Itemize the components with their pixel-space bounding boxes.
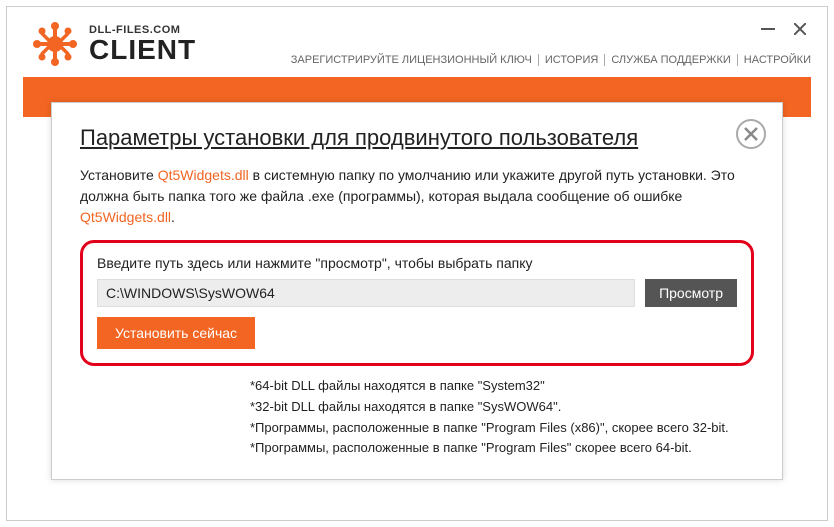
path-input[interactable] (97, 279, 635, 307)
header-right: ЗАРЕГИСТРИРУЙТЕ ЛИЦЕНЗИОННЫЙ КЛЮЧ ИСТОРИ… (285, 22, 811, 66)
logo-icon (31, 20, 79, 68)
note-64-programs: *Программы, расположенные в папке "Progr… (250, 438, 754, 459)
desc-text-1: Установите (80, 167, 158, 183)
dll-link-2[interactable]: Qt5Widgets.dll (80, 209, 171, 225)
install-modal: Параметры установки для продвинутого пол… (51, 102, 783, 480)
browse-button[interactable]: Просмотр (645, 279, 737, 307)
logo-title: CLIENT (89, 36, 196, 64)
path-section: Введите путь здесь или нажмите "просмотр… (80, 240, 754, 366)
close-icon (744, 127, 758, 141)
note-x86-programs: *Программы, расположенные в папке "Progr… (250, 418, 754, 439)
nav-history[interactable]: ИСТОРИЯ (539, 54, 605, 66)
nav-settings[interactable]: НАСТРОЙКИ (738, 54, 811, 66)
nav-register[interactable]: ЗАРЕГИСТРИРУЙТЕ ЛИЦЕНЗИОННЫЙ КЛЮЧ (285, 54, 539, 66)
path-label: Введите путь здесь или нажмите "просмотр… (97, 255, 737, 271)
nav-bar: ЗАРЕГИСТРИРУЙТЕ ЛИЦЕНЗИОННЫЙ КЛЮЧ ИСТОРИ… (285, 54, 811, 66)
app-window: DLL-FILES.COM CLIENT ЗАРЕГИСТРИРУЙТЕ ЛИЦ… (6, 6, 828, 521)
note-32bit-dll: *32-bit DLL файлы находятся в папке "Sys… (250, 397, 754, 418)
install-button[interactable]: Установить сейчас (97, 317, 255, 349)
logo-area: DLL-FILES.COM CLIENT (31, 20, 196, 68)
modal-close-button[interactable] (736, 119, 766, 149)
nav-support[interactable]: СЛУЖБА ПОДДЕРЖКИ (605, 54, 737, 66)
minimize-button[interactable] (761, 22, 775, 36)
input-row: Просмотр (97, 279, 737, 307)
note-64bit-dll: *64-bit DLL файлы находятся в папке "Sys… (250, 376, 754, 397)
dll-link-1[interactable]: Qt5Widgets.dll (158, 167, 249, 183)
window-controls (761, 22, 811, 36)
header: DLL-FILES.COM CLIENT ЗАРЕГИСТРИРУЙТЕ ЛИЦ… (7, 7, 827, 77)
modal-title: Параметры установки для продвинутого пол… (80, 125, 754, 151)
modal-description: Установите Qt5Widgets.dll в системную па… (80, 165, 754, 228)
desc-text-3: . (171, 209, 175, 225)
notes: *64-bit DLL файлы находятся в папке "Sys… (80, 376, 754, 459)
close-button[interactable] (793, 22, 807, 36)
logo-text: DLL-FILES.COM CLIENT (89, 25, 196, 64)
